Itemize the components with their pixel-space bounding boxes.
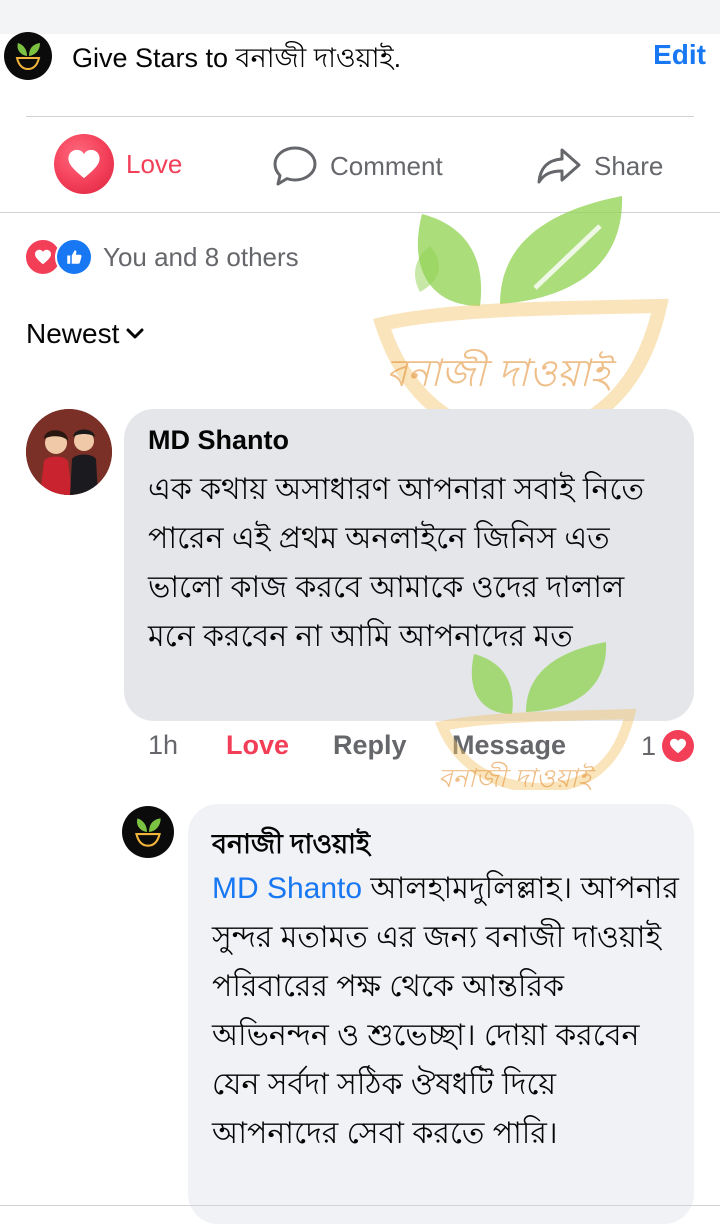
divider: [26, 116, 694, 117]
heart-icon: [662, 730, 694, 762]
chevron-down-icon: [126, 328, 144, 339]
heart-icon: [54, 134, 114, 194]
comment-label: Comment: [330, 150, 443, 181]
reactions-summary[interactable]: You and 8 others: [24, 238, 299, 276]
share-button[interactable]: Share: [536, 145, 663, 187]
comment-text: এক কথায় অসাধারণ আপনারা সবাই নিতে পারেন …: [148, 473, 644, 653]
divider: [0, 212, 720, 213]
comment-button[interactable]: Comment: [272, 145, 443, 187]
sort-label: Newest: [26, 318, 120, 349]
share-icon: [537, 148, 581, 184]
page-logo-icon: [135, 818, 161, 847]
reactions-text: You and 8 others: [103, 241, 299, 272]
comment-icon: [273, 146, 317, 186]
reply-avatar[interactable]: [122, 806, 174, 858]
share-label: Share: [594, 150, 664, 181]
comment-love-label: Love: [226, 730, 290, 760]
divider: [0, 1205, 720, 1206]
reply-text: MD Shanto আলহামদুলিল্লাহ। আপনার সুন্দর ম…: [212, 864, 682, 1158]
comment-bubble: MD Shanto এক কথায় অসাধারণ আপনারা সবাই ন…: [124, 409, 694, 721]
comment-author[interactable]: MD Shanto: [148, 425, 289, 456]
page-avatar[interactable]: [4, 32, 52, 80]
reply-body: আলহামদুলিল্লাহ। আপনার সুন্দর মতামত এর জন…: [212, 872, 679, 1150]
reply-bubble: বনাজী দাওয়াই MD Shanto আলহামদুলিল্লাহ। …: [188, 804, 694, 1224]
mention-link[interactable]: MD Shanto: [212, 872, 362, 905]
top-strip: [0, 0, 720, 34]
reply-author[interactable]: বনাজী দাওয়াই: [212, 824, 370, 869]
avatar[interactable]: [26, 409, 112, 495]
reaction-count-value: 1: [640, 730, 656, 761]
love-label: Love: [126, 148, 183, 179]
edit-link[interactable]: Edit: [653, 39, 706, 71]
watermark-text: বনাজী দাওয়াই: [438, 764, 592, 794]
love-button[interactable]: Love: [54, 134, 182, 194]
comment-reply-label: Reply: [333, 730, 407, 760]
comment-time[interactable]: 1h: [148, 730, 178, 761]
watermark-text: বনাজী দাওয়াই: [386, 351, 610, 395]
like-reaction-icon: [55, 238, 93, 276]
comment-message-label: Message: [452, 730, 567, 760]
comment-reaction-count[interactable]: 1: [641, 730, 694, 762]
page-logo-icon: [15, 43, 41, 71]
comment-message-action[interactable]: Message: [452, 730, 566, 761]
comment-love-action[interactable]: Love: [226, 730, 289, 761]
give-stars-link[interactable]: Give Stars to বনাজী দাওয়াই.: [72, 38, 401, 83]
couple-avatar-icon: [26, 409, 112, 495]
comment-meta: 1h: [148, 730, 178, 761]
comment-reply-action[interactable]: Reply: [333, 730, 407, 761]
sort-dropdown[interactable]: Newest: [26, 318, 145, 350]
